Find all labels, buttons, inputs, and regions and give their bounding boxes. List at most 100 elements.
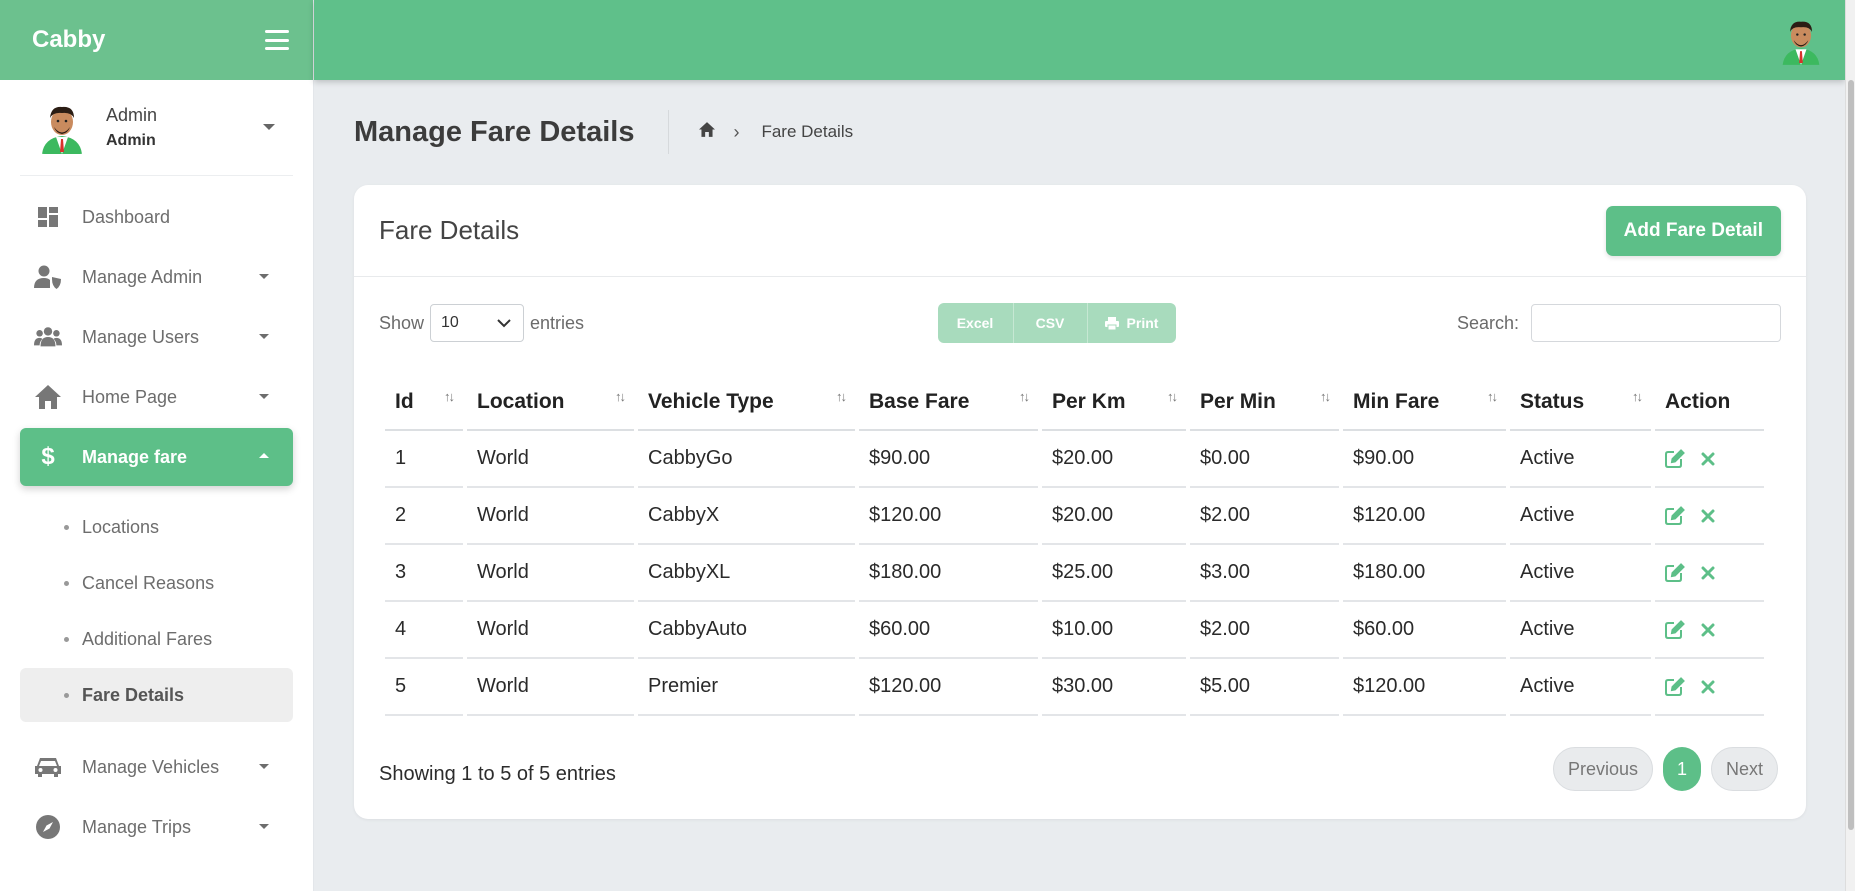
excel-button[interactable]: Excel (937, 303, 1014, 343)
edit-icon[interactable] (1665, 449, 1685, 468)
cell-per-min: $2.00 (1190, 602, 1339, 659)
search-input[interactable] (1530, 304, 1781, 342)
user-role: Admin (106, 132, 156, 149)
cell-id: 3 (385, 545, 463, 602)
cell-location: World (467, 602, 634, 659)
page-title: Manage Fare Details (354, 115, 635, 148)
chevron-down-icon (497, 318, 511, 327)
sidebar-item-fare-details[interactable]: Fare Details (20, 668, 293, 722)
sidebar-item-label: Manage Vehicles (82, 756, 220, 777)
breadcrumb: › Fare Details (699, 122, 853, 143)
pagination: Previous 1 Next (1552, 747, 1778, 791)
column-header-base-fare[interactable]: Base Fare ↑↓ (859, 375, 1038, 431)
sidebar-item-home-page[interactable]: Home Page (20, 368, 293, 426)
brand-name: Cabby (32, 26, 106, 53)
sidebar: Cabby Admin Admin Dashboard Manage Admin… (0, 0, 314, 891)
scrollbar[interactable] (1845, 0, 1855, 891)
cell-min-fare: $180.00 (1343, 545, 1506, 602)
delete-icon[interactable] (1701, 509, 1715, 523)
sidebar-item-manage-users[interactable]: Manage Users (20, 308, 293, 366)
column-header-per-min[interactable]: Per Min ↑↓ (1190, 375, 1339, 431)
previous-button[interactable]: Previous (1552, 747, 1653, 791)
sidebar-item-cancel-reasons[interactable]: Cancel Reasons (20, 556, 293, 610)
table-row: 5 World Premier $120.00 $30.00 $5.00 $120.00 Ac… (385, 659, 1764, 716)
cell-id: 1 (385, 431, 463, 488)
cell-id: 5 (385, 659, 463, 716)
user-panel[interactable]: Admin Admin (20, 80, 293, 176)
sidebar-item-dashboard[interactable]: Dashboard (20, 188, 293, 246)
edit-icon[interactable] (1665, 506, 1685, 525)
cell-location: World (467, 431, 634, 488)
cell-vehicle-type: CabbyXL (638, 545, 855, 602)
cell-status: Active (1510, 488, 1651, 545)
csv-button[interactable]: CSV (1013, 303, 1088, 343)
sidebar-item-manage-admin[interactable]: Manage Admin (20, 248, 293, 306)
column-header-status[interactable]: Status ↑↓ (1510, 375, 1651, 431)
brand-bar: Cabby (0, 0, 313, 80)
cell-action (1655, 545, 1764, 602)
delete-icon[interactable] (1701, 452, 1715, 466)
cell-vehicle-type: CabbyGo (638, 431, 855, 488)
column-header-vehicle-type[interactable]: Vehicle Type ↑↓ (638, 375, 855, 431)
table-row: 1 World CabbyGo $90.00 $20.00 $0.00 $90.00 Acti… (385, 431, 1764, 488)
edit-icon[interactable] (1665, 620, 1685, 639)
scrollbar-thumb[interactable] (1848, 80, 1854, 830)
column-header-location[interactable]: Location ↑↓ (467, 375, 634, 431)
sidebar-item-label: Manage Users (82, 326, 200, 347)
column-header-label: Per Km (1052, 390, 1126, 413)
sidebar-item-manage-vehicles[interactable]: Manage Vehicles (20, 738, 293, 796)
sidebar-item-label: Cancel Reasons (82, 572, 215, 593)
edit-icon[interactable] (1665, 563, 1685, 582)
chevron-down-icon[interactable] (263, 124, 275, 130)
delete-icon[interactable] (1701, 680, 1715, 694)
cell-per-km: $20.00 (1042, 488, 1186, 545)
sidebar-item-manage-trips[interactable]: Manage Trips (20, 798, 293, 856)
cell-per-min: $5.00 (1190, 659, 1339, 716)
cell-per-min: $0.00 (1190, 431, 1339, 488)
bullet-icon (64, 525, 69, 530)
sidebar-item-locations[interactable]: Locations (20, 500, 293, 554)
table-row: 3 World CabbyXL $180.00 $25.00 $3.00 $180.00 Ac… (385, 545, 1764, 602)
csv-label: CSV (1035, 315, 1065, 331)
sidebar-item-label: Additional Fares (82, 628, 213, 649)
sidebar-item-label: Home Page (82, 386, 178, 407)
cell-min-fare: $120.00 (1343, 488, 1506, 545)
column-header-min-fare[interactable]: Min Fare ↑↓ (1343, 375, 1506, 431)
user-name: Admin (106, 105, 158, 125)
sort-icon: ↑↓ (1487, 389, 1498, 404)
cell-min-fare: $60.00 (1343, 602, 1506, 659)
page-length: Show 10 entries (379, 304, 584, 342)
home-icon[interactable] (699, 122, 716, 142)
add-fare-detail-button[interactable]: Add Fare Detail (1605, 205, 1781, 256)
cell-status: Active (1510, 659, 1651, 716)
cell-id: 4 (385, 602, 463, 659)
excel-label: Excel (956, 315, 994, 331)
avatar[interactable] (1779, 14, 1823, 68)
print-button[interactable]: Print (1087, 303, 1176, 343)
sort-icon: ↑↓ (1632, 389, 1643, 404)
sidebar-item-label: Locations (82, 516, 160, 537)
sidebar-item-label: Manage Admin (82, 266, 203, 287)
export-buttons: Excel CSV Print (937, 303, 1176, 343)
cell-per-km: $20.00 (1042, 431, 1186, 488)
sidebar-item-manage-fare[interactable]: $ Manage fare (20, 428, 293, 486)
edit-icon[interactable] (1665, 677, 1685, 696)
column-header-id[interactable]: Id ↑↓ (385, 375, 463, 431)
cell-id: 2 (385, 488, 463, 545)
page-length-select[interactable]: 10 (430, 304, 525, 342)
chevron-down-icon (259, 764, 269, 769)
entries-label: entries (530, 312, 585, 333)
card-title: Fare Details (379, 215, 520, 245)
cell-base-fare: $120.00 (859, 488, 1038, 545)
sidebar-item-additional-fares[interactable]: Additional Fares (20, 612, 293, 666)
page-button[interactable]: 1 (1662, 747, 1701, 791)
delete-icon[interactable] (1701, 566, 1715, 580)
delete-icon[interactable] (1701, 623, 1715, 637)
next-button[interactable]: Next (1710, 747, 1778, 791)
cell-status: Active (1510, 431, 1651, 488)
column-header-per-km[interactable]: Per Km ↑↓ (1042, 375, 1186, 431)
menu-toggle-icon[interactable] (265, 30, 289, 50)
table-body: 1 World CabbyGo $90.00 $20.00 $0.00 $90.00 Acti… (385, 431, 1764, 716)
cell-vehicle-type: CabbyAuto (638, 602, 855, 659)
sidebar-subnav-fare: Locations Cancel Reasons Additional Fare… (0, 488, 313, 736)
